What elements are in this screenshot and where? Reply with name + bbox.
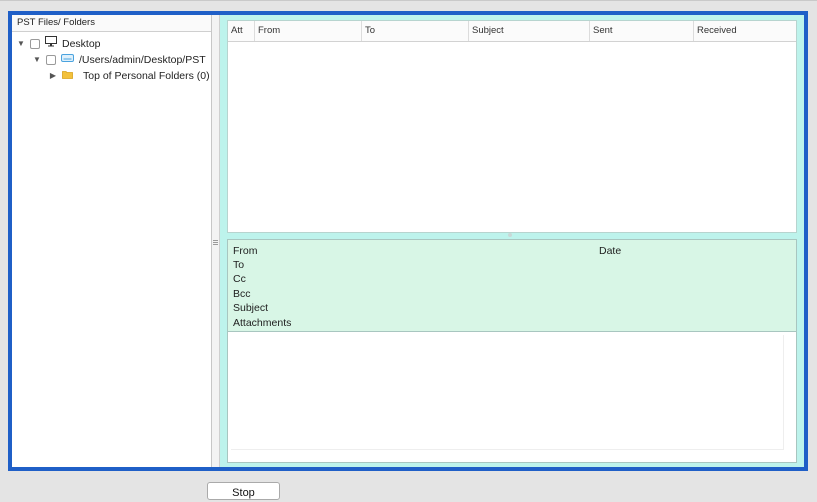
expand-triangle-icon[interactable]: ▼ [16,36,26,52]
tree-node-label: Top of Personal Folders (0) [83,70,210,82]
header-cc-label: Cc [233,273,246,285]
column-header-sent[interactable]: Sent [590,21,694,41]
message-header-panel: From Date To Cc Bcc Subject Attachments [227,239,797,332]
checkbox[interactable] [46,55,56,65]
header-to-label: To [233,259,245,271]
monitor-icon [45,36,57,52]
folder-tree-pane: PST Files/ Folders ▼ Desktop ▼ /Users/ad… [12,15,212,467]
expand-triangle-icon[interactable]: ▼ [32,52,42,68]
tree-node-desktop[interactable]: ▼ Desktop [16,36,101,52]
tree-node-label: /Users/admin/Desktop/PST [79,54,206,66]
message-area: Att From To Subject Sent Received From D… [220,15,804,467]
drive-icon [61,52,74,68]
main-frame: PST Files/ Folders ▼ Desktop ▼ /Users/ad… [8,11,808,471]
message-list-header: Att From To Subject Sent Received [228,21,796,42]
column-header-subject[interactable]: Subject [469,21,590,41]
folder-icon [62,68,73,84]
tree-node-personal-folders[interactable]: ▶ Top of Personal Folders (0) [48,68,210,84]
horizontal-splitter-handle[interactable] [508,233,512,237]
window-top-border [0,0,817,1]
pane-splitter[interactable] [212,15,220,467]
message-body-viewer[interactable] [231,335,784,450]
header-bcc-label: Bcc [233,288,251,300]
tree-node-pst-path[interactable]: ▼ /Users/admin/Desktop/PST [32,52,206,68]
column-header-att[interactable]: Att [228,21,255,41]
header-subject-label: Subject [233,302,269,314]
header-date-label: Date [599,245,622,257]
folder-tree-title: PST Files/ Folders [12,15,211,32]
collapse-triangle-icon[interactable]: ▶ [48,68,58,84]
column-header-from[interactable]: From [255,21,362,41]
checkbox[interactable] [30,39,40,49]
column-header-received[interactable]: Received [694,21,796,41]
tree-node-label: Desktop [62,38,101,50]
message-body-panel[interactable] [227,331,797,463]
stop-button[interactable]: Stop [207,482,280,500]
message-list[interactable]: Att From To Subject Sent Received [227,20,797,233]
header-from-label: From [233,245,258,257]
header-attachments-label: Attachments [233,317,292,329]
column-header-to[interactable]: To [362,21,469,41]
splitter-grip-icon[interactable] [213,240,218,245]
